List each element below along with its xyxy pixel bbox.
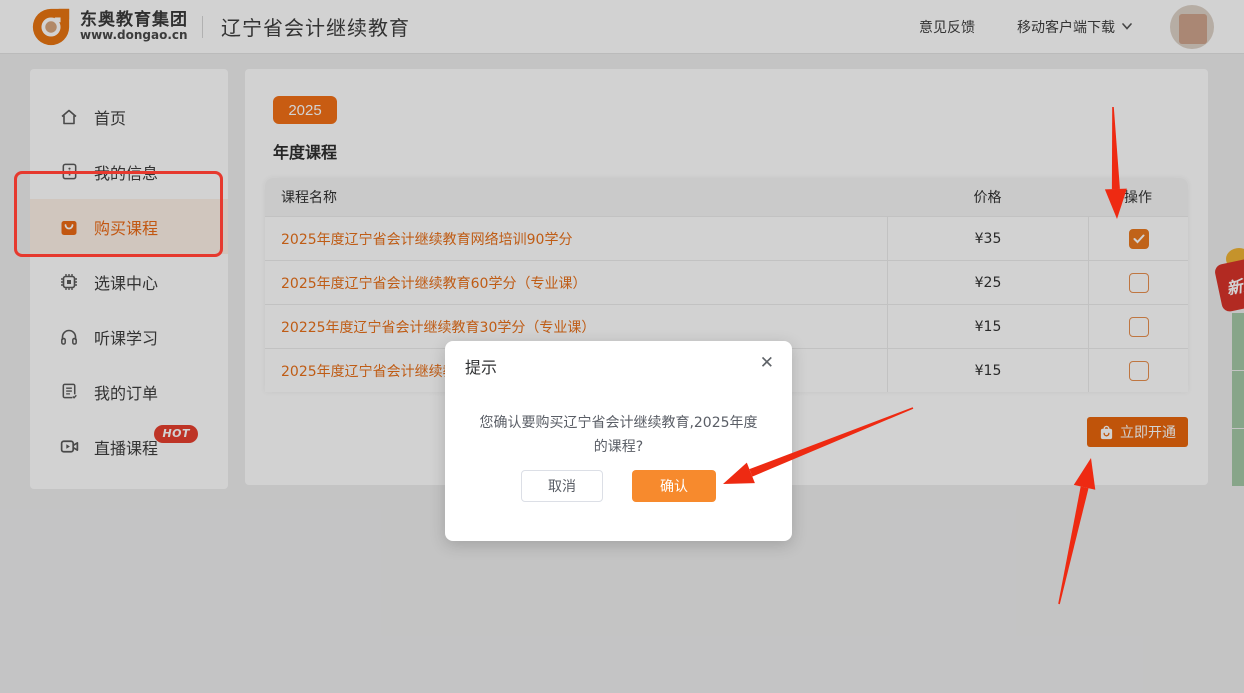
- confirm-purchase-dialog: 提示 ✕ 您确认要购买辽宁省会计继续教育,2025年度的课程? 取消 确认: [445, 341, 792, 541]
- close-icon[interactable]: ✕: [760, 353, 774, 373]
- confirm-button[interactable]: 确认: [632, 470, 716, 502]
- dialog-title: 提示: [465, 354, 497, 378]
- dialog-message: 您确认要购买辽宁省会计继续教育,2025年度的课程?: [475, 411, 762, 459]
- cancel-button[interactable]: 取消: [521, 470, 603, 502]
